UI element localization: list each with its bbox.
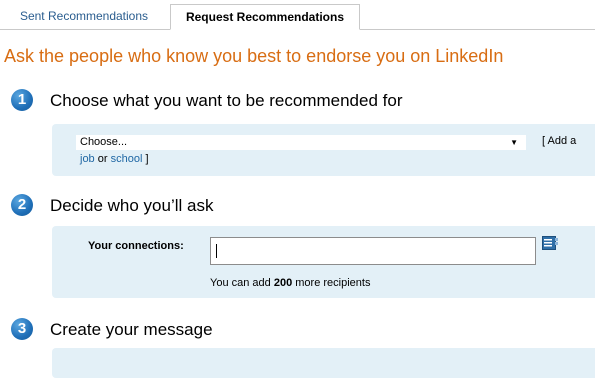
recipients-count: 200 <box>273 277 293 289</box>
recommendation-position-select[interactable]: Choose... ▼ <box>76 135 526 150</box>
add-suffix-text: ] <box>145 153 149 165</box>
chevron-down-icon[interactable]: ▼ <box>510 135 518 150</box>
add-or-text: or <box>97 153 108 165</box>
tab-sent-recommendations[interactable]: Sent Recommendations <box>0 4 168 29</box>
recipients-suffix: more recipients <box>295 277 371 289</box>
addressbook-icon[interactable] <box>542 236 558 250</box>
step-3-badge: 3 <box>11 318 33 340</box>
select-value: Choose... <box>80 136 128 148</box>
page-headline: Ask the people who know you best to endo… <box>4 46 504 66</box>
recipients-remaining: You can add 200 more recipients <box>210 277 370 289</box>
tab-request-recommendations[interactable]: Request Recommendations <box>170 4 360 30</box>
add-position-line: job or school ] <box>80 153 149 165</box>
text-caret <box>216 244 217 258</box>
add-job-link[interactable]: job <box>80 153 95 165</box>
add-school-link[interactable]: school <box>111 153 143 165</box>
step-2-badge: 2 <box>11 194 33 216</box>
step-1-panel: Choose... ▼ [ Add a job or school ] <box>52 124 595 176</box>
step-3-title: Create your message <box>50 320 213 339</box>
step-1-title: Choose what you want to be recommended f… <box>50 91 403 110</box>
connections-input[interactable] <box>210 237 536 265</box>
step-1-badge: 1 <box>11 89 33 111</box>
recipients-prefix: You can add <box>210 277 271 289</box>
step-2-panel: Your connections: You can add 200 more r… <box>52 226 595 298</box>
add-position-prefix: [ Add a <box>542 135 577 147</box>
tab-bar: Sent Recommendations Request Recommendat… <box>0 0 595 30</box>
step-3-panel <box>52 348 595 378</box>
connections-label: Your connections: <box>88 240 184 252</box>
step-2-title: Decide who you’ll ask <box>50 196 214 215</box>
